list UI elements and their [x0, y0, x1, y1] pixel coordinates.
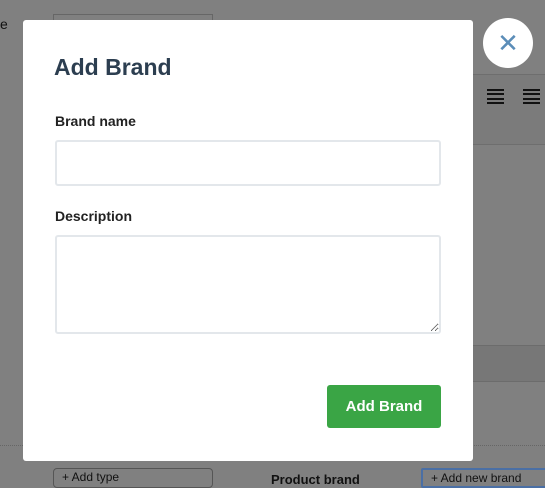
add-brand-modal: Add Brand Brand name Description Add Bra… [23, 20, 473, 461]
indent-icon [523, 89, 540, 104]
outdent-icon [487, 89, 504, 104]
brand-name-input[interactable] [55, 140, 441, 186]
close-icon: ✕ [497, 27, 519, 58]
background-label: e [0, 16, 8, 32]
modal-title: Add Brand [54, 54, 172, 80]
add-brand-button[interactable]: Add Brand [327, 385, 441, 428]
product-brand-label: Product brand [271, 472, 360, 487]
description-textarea[interactable] [55, 235, 441, 334]
close-button[interactable]: ✕ [483, 18, 533, 68]
type-select: + Add type [53, 468, 213, 488]
brand-select: + Add new brand [421, 468, 545, 488]
brand-name-label: Brand name [55, 113, 136, 129]
description-label: Description [55, 208, 133, 224]
